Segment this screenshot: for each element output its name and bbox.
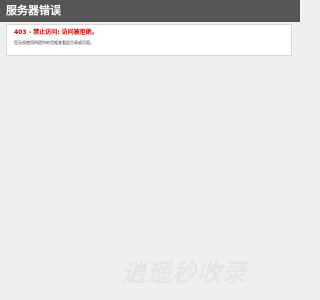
error-content-box: 403 - 禁止访问: 访问被拒绝。 您无权使用所提供的凭据查看此目录或页面。 <box>6 24 292 56</box>
error-page: 服务器错误 403 - 禁止访问: 访问被拒绝。 您无权使用所提供的凭据查看此目… <box>0 0 300 300</box>
error-heading: 403 - 禁止访问: 访问被拒绝。 <box>14 29 98 36</box>
watermark-logo: 逍遥秒收录 <box>122 259 247 287</box>
header-bar: 服务器错误 <box>0 0 300 22</box>
page-title: 服务器错误 <box>6 4 61 17</box>
error-detail: 您无权使用所提供的凭据查看此目录或页面。 <box>14 40 94 45</box>
